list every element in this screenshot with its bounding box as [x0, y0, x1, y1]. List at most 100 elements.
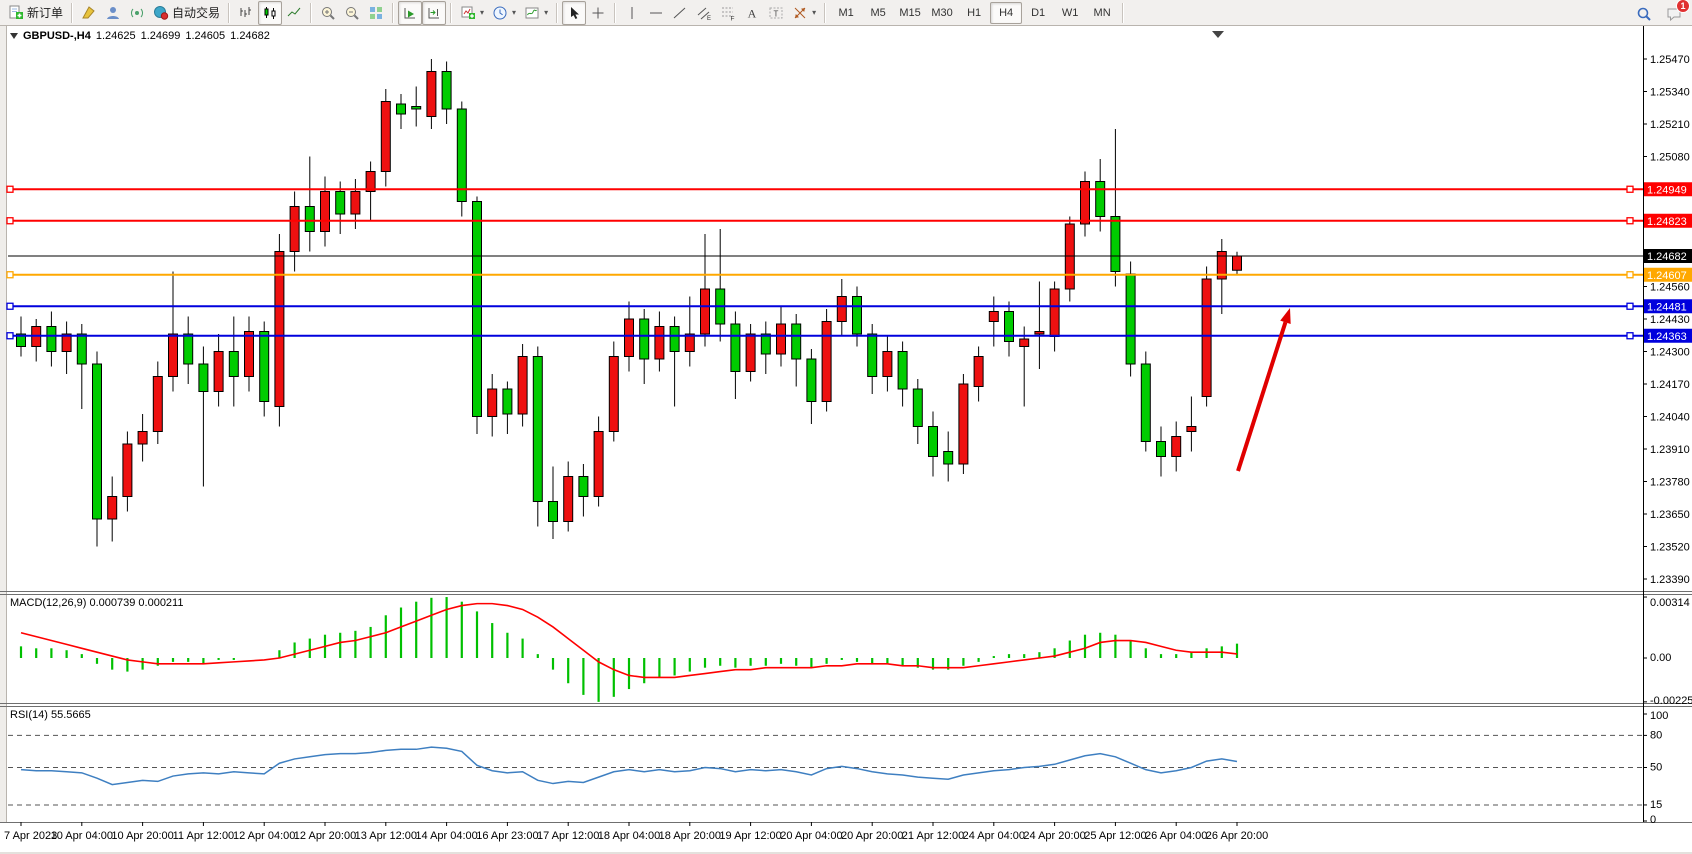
new-order-button[interactable]: 新订单 [4, 1, 67, 25]
hline-pivot-handle[interactable] [7, 272, 13, 278]
candle [245, 332, 254, 377]
line-chart-button[interactable] [282, 1, 306, 25]
svg-text:15: 15 [1650, 799, 1662, 811]
chart-low-value: 1.24605 [185, 30, 225, 42]
auto-scroll-button[interactable] [398, 1, 422, 25]
hline-pivot-handle[interactable] [1627, 272, 1633, 278]
timeframe-h1-button[interactable]: H1 [958, 2, 990, 24]
chart-shift-button[interactable] [422, 1, 446, 25]
text-button[interactable]: A [740, 1, 764, 25]
svg-text:12 Apr 20:00: 12 Apr 20:00 [294, 830, 356, 842]
toolbar-separator [450, 3, 452, 23]
textT-icon: T [768, 5, 784, 21]
toolbar-separator [392, 3, 394, 23]
hline-resistance-2-handle[interactable] [1627, 218, 1633, 224]
toolbar-separator [1122, 3, 1124, 23]
vline-icon [624, 5, 640, 21]
candle [473, 202, 482, 417]
candle [777, 324, 786, 354]
timeframe-m1-button[interactable]: M1 [830, 2, 862, 24]
hline-support-1-handle[interactable] [7, 303, 13, 309]
candle [1233, 256, 1242, 270]
trend-icon [672, 5, 688, 21]
svg-text:1.25340: 1.25340 [1650, 87, 1690, 99]
hline-support-1-handle[interactable] [1627, 303, 1633, 309]
svg-text:21 Apr 12:00: 21 Apr 12:00 [902, 830, 964, 842]
candle [412, 107, 421, 110]
channel-button[interactable]: E [692, 1, 716, 25]
indicators-button[interactable]: ▾ [456, 1, 488, 25]
hline-resistance-1-handle[interactable] [1627, 186, 1633, 192]
chart-symbol-dropdown[interactable]: GBPUSD-,H4 1.24625 1.24699 1.24605 1.246… [10, 30, 270, 42]
chevron-down-icon[interactable] [10, 33, 18, 39]
timeframe-m30-button[interactable]: M30 [926, 2, 958, 24]
svg-text:26 Apr 04:00: 26 Apr 04:00 [1145, 830, 1207, 842]
zoom-out-button[interactable] [340, 1, 364, 25]
main-toolbar: 新订单 自动交易 ▾ ▾ ▾ EFAT ▾ M1M5M15M30H1H4D1W1MN 1 [0, 0, 1692, 26]
candle [503, 389, 512, 414]
candlestick-chart-button[interactable] [258, 1, 282, 25]
mt4-terminal: { "toolbar": { "new_order_label": "新订单",… [0, 0, 1692, 854]
crosshair-button[interactable] [586, 1, 610, 25]
svg-text:12 Apr 04:00: 12 Apr 04:00 [233, 830, 295, 842]
timeframe-m15-button[interactable]: M15 [894, 2, 926, 24]
metaeditor-button[interactable] [77, 1, 101, 25]
timeframe-d1-button[interactable]: D1 [1022, 2, 1054, 24]
autotrading-icon [153, 5, 169, 21]
svg-text:11 Apr 12:00: 11 Apr 12:00 [173, 830, 235, 842]
caret-down-icon[interactable]: ▾ [512, 8, 516, 17]
zoom-in-button[interactable] [316, 1, 340, 25]
signals-icon [129, 5, 145, 21]
chart-window[interactable]: 1.249491.248231.246821.246071.244811.243… [0, 26, 1692, 854]
search-icon [1636, 6, 1652, 22]
candle [761, 334, 770, 354]
fibonacci-button[interactable]: F [716, 1, 740, 25]
templates-icon [524, 5, 540, 21]
channel-icon: E [696, 5, 712, 21]
signals-button[interactable] [125, 1, 149, 25]
caret-down-icon[interactable]: ▾ [812, 8, 816, 17]
timeframe-h4-button[interactable]: H4 [990, 2, 1022, 24]
candle [868, 334, 877, 377]
candle [108, 497, 117, 520]
candle [351, 192, 360, 215]
toolbar-separator [228, 3, 230, 23]
hline-resistance-1-handle[interactable] [7, 186, 13, 192]
candles-icon [262, 5, 278, 21]
hline-support-2-handle[interactable] [7, 333, 13, 339]
svg-text:E: E [707, 16, 711, 21]
candle [1020, 339, 1029, 347]
svg-text:1.25210: 1.25210 [1650, 119, 1690, 131]
text-label-button[interactable]: T [764, 1, 788, 25]
arrows-button[interactable]: ▾ [788, 1, 820, 25]
svg-text:19 Apr 12:00: 19 Apr 12:00 [719, 830, 781, 842]
periods-button[interactable]: ▾ [488, 1, 520, 25]
hline-resistance-2-handle[interactable] [7, 218, 13, 224]
autotrading-button[interactable]: 自动交易 [149, 1, 224, 25]
cursor-button[interactable] [562, 1, 586, 25]
candle [974, 357, 983, 387]
search-button[interactable] [1632, 2, 1656, 26]
hline-support-2-handle[interactable] [1627, 333, 1633, 339]
chart-canvas[interactable]: 1.249491.248231.246821.246071.244811.243… [0, 26, 1692, 854]
profile-button[interactable] [101, 1, 125, 25]
candle [549, 502, 558, 522]
timeframe-w1-button[interactable]: W1 [1054, 2, 1086, 24]
svg-text:1.24040: 1.24040 [1650, 412, 1690, 424]
horizontal-line-button[interactable] [644, 1, 668, 25]
caret-down-icon[interactable]: ▾ [480, 8, 484, 17]
trendline-button[interactable] [668, 1, 692, 25]
candle [518, 357, 527, 415]
tile-windows-button[interactable] [364, 1, 388, 25]
svg-text:1.23390: 1.23390 [1650, 574, 1690, 586]
notifications-button[interactable]: 1 [1662, 2, 1686, 26]
candle [792, 324, 801, 359]
tile-icon [368, 5, 384, 21]
bar-chart-button[interactable] [234, 1, 258, 25]
notification-badge: 1 [1676, 0, 1690, 13]
timeframe-m5-button[interactable]: M5 [862, 2, 894, 24]
templates-button[interactable]: ▾ [520, 1, 552, 25]
caret-down-icon[interactable]: ▾ [544, 8, 548, 17]
timeframe-mn-button[interactable]: MN [1086, 2, 1118, 24]
vertical-line-button[interactable] [620, 1, 644, 25]
